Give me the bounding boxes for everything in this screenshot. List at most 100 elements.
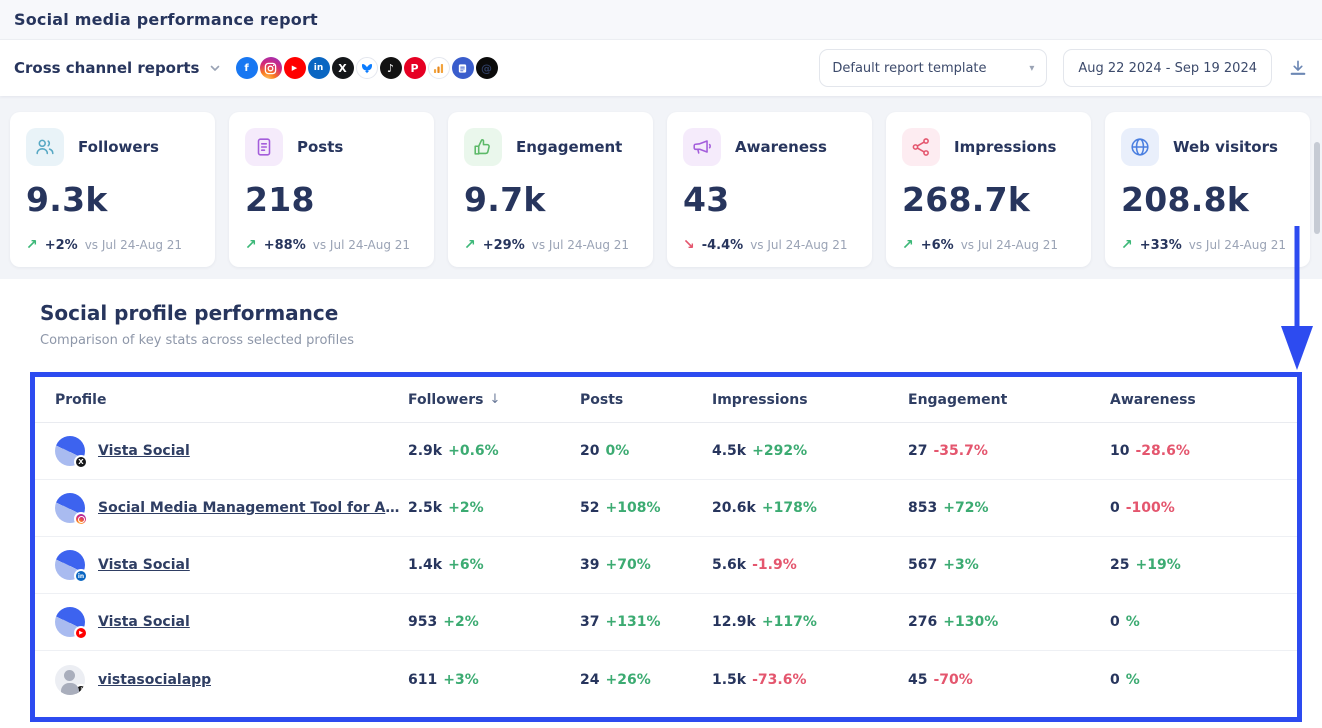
column-followers-label: Followers <box>408 392 484 408</box>
kpi-compare-period: vs Jul 24-Aug 21 <box>313 238 410 252</box>
profile-avatar <box>55 550 85 580</box>
awareness-change: % <box>1126 672 1140 688</box>
kpi-change: +33% <box>1140 238 1182 253</box>
linkedin-badge-icon <box>74 569 88 583</box>
facebook-icon[interactable]: f <box>236 57 258 79</box>
kpi-card-awareness: Awareness 43 -4.4% vs Jul 24-Aug 21 <box>667 112 872 267</box>
posts-change: +70% <box>605 557 650 573</box>
followers-change: +6% <box>448 557 484 573</box>
pinterest-icon[interactable]: P <box>404 57 426 79</box>
awareness-change: +19% <box>1135 557 1180 573</box>
kpi-value: 218 <box>245 180 418 219</box>
linkedin-icon[interactable]: in <box>308 57 330 79</box>
youtube-icon[interactable]: ▶ <box>284 57 306 79</box>
google-analytics-icon[interactable] <box>428 57 450 79</box>
social-profile-performance-panel: Social profile performance Comparison of… <box>0 279 1322 728</box>
kpi-value: 9.3k <box>26 180 199 219</box>
awareness-value: 0 <box>1110 500 1120 516</box>
download-icon[interactable] <box>1288 58 1308 78</box>
select-caret-icon: ▾ <box>1029 63 1034 74</box>
tiktok-icon[interactable]: ♪ <box>380 57 402 79</box>
followers-value: 953 <box>408 614 437 630</box>
awareness-value: 0 <box>1110 672 1120 688</box>
profile-link[interactable]: Vista Social <box>98 443 190 459</box>
instagram-icon[interactable] <box>260 57 282 79</box>
kpi-value: 43 <box>683 180 856 219</box>
trend-down-icon <box>683 237 695 253</box>
awareness-change: -100% <box>1126 500 1175 516</box>
section-title: Social profile performance <box>40 301 1322 325</box>
followers-change: +2% <box>443 614 479 630</box>
profile-avatar <box>55 436 85 466</box>
posts-value: 24 <box>580 672 599 688</box>
page-title: Social media performance report <box>14 10 318 29</box>
engagement-change: +72% <box>943 500 988 516</box>
posts-value: 52 <box>580 500 599 516</box>
engagement-change: -70% <box>933 672 972 688</box>
impressions-change: -73.6% <box>752 672 806 688</box>
trend-up-icon <box>902 237 914 253</box>
column-engagement[interactable]: Engagement <box>908 392 1110 408</box>
youtube-badge-icon <box>74 626 88 640</box>
kpi-label: Impressions <box>954 138 1056 156</box>
followers-change: +0.6% <box>448 443 499 459</box>
tumblr-icon[interactable] <box>452 57 474 79</box>
kpi-card-posts: Posts 218 +88% vs Jul 24-Aug 21 <box>229 112 434 267</box>
scrollbar[interactable] <box>1314 142 1320 234</box>
globe-icon <box>1121 128 1159 166</box>
column-posts[interactable]: Posts <box>580 392 712 408</box>
column-awareness[interactable]: Awareness <box>1110 392 1297 408</box>
followers-value: 611 <box>408 672 437 688</box>
profile-link[interactable]: Social Media Management Tool for Agencie… <box>98 500 408 516</box>
thumbs-up-icon <box>464 128 502 166</box>
chevron-down-icon[interactable] <box>208 61 222 75</box>
toolbar-left: Cross channel reports f ▶ in X ♪ P @ <box>14 57 498 79</box>
trend-up-icon <box>26 237 38 253</box>
awareness-value: 25 <box>1110 557 1129 573</box>
sort-desc-icon[interactable]: ↓ <box>490 392 501 407</box>
date-range-picker[interactable]: Aug 22 2024 - Sep 19 2024 <box>1063 49 1272 87</box>
trend-up-icon <box>245 237 257 253</box>
posts-value: 39 <box>580 557 599 573</box>
table-header-row: Profile Followers ↓ Posts Impressions En… <box>35 377 1297 423</box>
followers-icon <box>26 128 64 166</box>
profile-avatar <box>55 607 85 637</box>
instagram-badge-icon <box>74 512 88 526</box>
column-followers[interactable]: Followers ↓ <box>408 392 580 408</box>
kpi-change: +2% <box>45 238 78 253</box>
profile-link[interactable]: vistasocialapp <box>98 672 211 688</box>
kpi-card-engagement: Engagement 9.7k +29% vs Jul 24-Aug 21 <box>448 112 653 267</box>
table-row: Vista Social 2.9k+0.6% 200% 4.5k+292% 27… <box>35 423 1297 480</box>
kpi-label: Awareness <box>735 138 827 156</box>
profile-link[interactable]: Vista Social <box>98 557 190 573</box>
x-icon[interactable]: X <box>332 57 354 79</box>
kpi-compare-period: vs Jul 24-Aug 21 <box>961 238 1058 252</box>
app-header: Social media performance report <box>0 0 1322 40</box>
cross-channel-reports-nav[interactable]: Cross channel reports <box>14 59 200 77</box>
engagement-value: 567 <box>908 557 937 573</box>
impressions-change: +117% <box>762 614 817 630</box>
report-template-select[interactable]: Default report template ▾ <box>819 49 1047 87</box>
profiles-table-highlight: Profile Followers ↓ Posts Impressions En… <box>30 372 1302 722</box>
engagement-change: -35.7% <box>933 443 987 459</box>
column-profile[interactable]: Profile <box>55 392 408 408</box>
impressions-value: 20.6k <box>712 500 756 516</box>
share-nodes-icon <box>902 128 940 166</box>
followers-change: +3% <box>443 672 479 688</box>
posts-value: 20 <box>580 443 599 459</box>
threads-icon[interactable]: @ <box>476 57 498 79</box>
profile-link[interactable]: Vista Social <box>98 614 190 630</box>
kpi-compare-period: vs Jul 24-Aug 21 <box>750 238 847 252</box>
report-toolbar: Cross channel reports f ▶ in X ♪ P @ <box>0 40 1322 96</box>
awareness-value: 0 <box>1110 614 1120 630</box>
kpi-change: +88% <box>264 238 306 253</box>
kpi-value: 208.8k <box>1121 180 1294 219</box>
profile-avatar <box>55 493 85 523</box>
followers-value: 2.9k <box>408 443 442 459</box>
bluesky-icon[interactable] <box>356 57 378 79</box>
kpi-cards: Followers 9.3k +2% vs Jul 24-Aug 21 Post… <box>10 112 1312 267</box>
column-impressions[interactable]: Impressions <box>712 392 908 408</box>
kpi-change: -4.4% <box>702 238 743 253</box>
awareness-change: -28.6% <box>1135 443 1189 459</box>
kpi-label: Followers <box>78 138 159 156</box>
